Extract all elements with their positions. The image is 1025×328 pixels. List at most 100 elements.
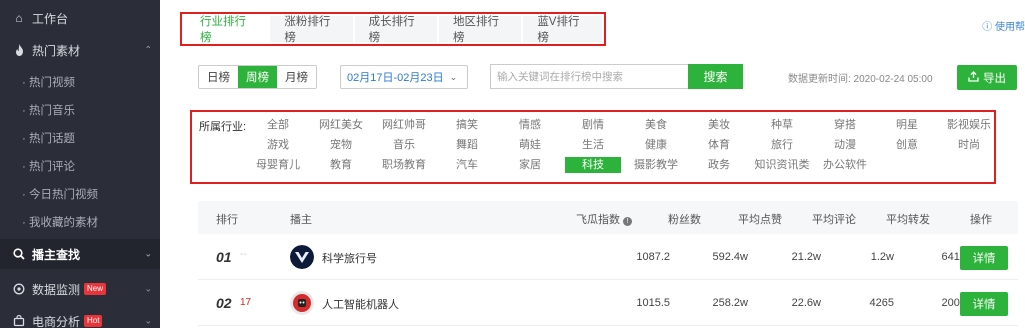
industry-option[interactable]: 搞笑 — [439, 117, 495, 133]
industry-option[interactable]: 明星 — [879, 117, 935, 133]
sidebar-subitem-label: · 热门音乐 — [22, 105, 76, 117]
industry-option[interactable]: 美妆 — [691, 117, 747, 133]
industry-option[interactable]: 情感 — [502, 117, 558, 133]
home-icon: ⌂ — [15, 11, 23, 25]
industry-option[interactable]: 旅行 — [754, 137, 810, 153]
chevron-down-icon: ⌄ — [144, 315, 152, 326]
cell-avg-comments: 4265 — [869, 297, 894, 309]
anchor-name[interactable]: 人工智能机器人 — [322, 296, 399, 312]
help-link[interactable]: ⓘ 使用帮 — [982, 18, 1025, 33]
sidebar-item-data-monitor[interactable]: 数据监测 New ⌄ — [0, 275, 160, 303]
industry-option[interactable]: 健康 — [628, 137, 684, 153]
table-header: 排行 播主 飞瓜指数 ! 粉丝数 平均点赞 平均评论 平均转发 操作 — [198, 201, 1018, 234]
industry-option[interactable]: 萌娃 — [502, 137, 558, 153]
period-month-button[interactable]: 月榜 — [277, 66, 316, 88]
industry-option[interactable]: 美食 — [628, 117, 684, 133]
avatar[interactable] — [290, 291, 314, 315]
industry-option[interactable]: 动漫 — [817, 137, 873, 153]
industry-option[interactable]: 游戏 — [250, 137, 306, 153]
search-icon — [12, 247, 26, 261]
industry-option[interactable]: 全部 — [250, 117, 306, 133]
tab-bluev-ranking[interactable]: 蓝V排行榜 — [523, 16, 603, 44]
date-range-select[interactable]: 02月17日-02月23日 ⌄ — [340, 65, 468, 89]
sidebar-subitem-label: · 今日热门视频 — [22, 189, 99, 201]
sidebar-subitem-hot-music[interactable]: · 热门音乐 — [0, 97, 160, 123]
industry-option[interactable]: 宠物 — [313, 137, 369, 153]
period-toggle: 日榜 周榜 月榜 — [198, 65, 317, 89]
search-input[interactable] — [490, 64, 688, 89]
detail-button[interactable]: 详情 — [960, 292, 1008, 316]
sidebar-subitem-my-favorites[interactable]: · 我收藏的素材 — [0, 209, 160, 235]
header-rank: 排行 — [216, 214, 238, 226]
industry-option[interactable]: 网红帅哥 — [376, 117, 432, 133]
chevron-up-icon: ⌃ — [144, 44, 152, 55]
sidebar-subitem-hot-comment[interactable]: · 热门评论 — [0, 153, 160, 179]
industry-option[interactable]: 时尚 — [941, 137, 997, 153]
export-button[interactable]: 导出 — [957, 65, 1017, 90]
period-day-button[interactable]: 日榜 — [199, 66, 238, 88]
sidebar-subitem-label: · 热门视频 — [22, 77, 76, 89]
sidebar-item-ecommerce[interactable]: 电商分析 Hot ⌄ — [0, 307, 160, 328]
header-index-label: 飞瓜指数 — [576, 214, 620, 226]
search-button[interactable]: 搜索 — [688, 64, 743, 89]
new-badge: New — [84, 283, 107, 295]
sidebar-item-hot-material[interactable]: 热门素材 ⌃ — [0, 36, 160, 64]
rank-change: 17 — [240, 297, 252, 308]
industry-option[interactable]: 母婴育儿 — [250, 157, 306, 173]
cart-icon — [12, 314, 26, 328]
industry-option[interactable]: 办公软件 — [817, 157, 873, 173]
industry-option[interactable]: 舞蹈 — [439, 137, 495, 153]
industry-option[interactable]: 剧情 — [565, 117, 621, 133]
header-anchor: 播主 — [290, 214, 312, 226]
sidebar: ⌂ 工作台 热门素材 ⌃ · 热门视频 · 热门音乐 · 热门话题 · 热门评论… — [0, 0, 160, 328]
cell-index: 1015.5 — [636, 297, 670, 309]
header-avg-comments: 平均评论 — [812, 214, 856, 226]
industry-option[interactable]: 摄影教学 — [628, 157, 684, 173]
tab-fans-growth-ranking[interactable]: 涨粉排行榜 — [270, 16, 353, 44]
header-index: 飞瓜指数 ! — [576, 211, 633, 227]
help-label: 使用帮 — [995, 22, 1025, 33]
tab-region-ranking[interactable]: 地区排行榜 — [438, 16, 522, 44]
industry-option[interactable]: 政务 — [691, 157, 747, 173]
tab-industry-ranking[interactable]: 行业排行榜 — [186, 16, 269, 44]
hot-badge: Hot — [84, 315, 103, 327]
export-label: 导出 — [983, 72, 1006, 85]
industry-option[interactable]: 生活 — [565, 137, 621, 153]
industry-option[interactable]: 穿搭 — [817, 117, 873, 133]
detail-button[interactable]: 详情 — [960, 246, 1008, 270]
avatar[interactable] — [290, 245, 314, 269]
sidebar-subitem-hot-video[interactable]: · 热门视频 — [0, 69, 160, 95]
ranking-tabs: 行业排行榜 涨粉排行榜 成长排行榜 地区排行榜 蓝V排行榜 — [180, 12, 606, 46]
industry-option[interactable]: 网红美女 — [313, 117, 369, 133]
sidebar-item-label: 播主查找 — [32, 247, 81, 262]
anchor-name[interactable]: 科学旅行号 — [322, 250, 377, 266]
tab-growth-ranking[interactable]: 成长排行榜 — [354, 16, 437, 44]
sidebar-subitem-hot-topic[interactable]: · 热门话题 — [0, 125, 160, 151]
sidebar-item-anchor-search[interactable]: 播主查找 ⌄ — [0, 239, 160, 269]
industry-option[interactable]: 职场教育 — [376, 157, 432, 173]
industry-option[interactable]: 音乐 — [376, 137, 432, 153]
industry-filter: 所属行业: 全部 网红美女 网红帅哥 搞笑 情感 剧情 美食 美妆 种草 穿搭 明星 影视娱乐 游戏 宠物… — [190, 110, 996, 184]
chevron-down-icon: ⌄ — [144, 283, 152, 294]
period-week-button[interactable]: 周榜 — [238, 66, 277, 88]
sidebar-subitem-label: · 热门话题 — [22, 133, 76, 145]
industry-option[interactable]: 创意 — [879, 137, 935, 153]
industry-option[interactable]: 影视娱乐 — [941, 117, 997, 133]
industry-option[interactable]: 体育 — [691, 137, 747, 153]
cell-avg-comments: 1.2w — [870, 251, 894, 263]
sidebar-subitem-today-hot-video[interactable]: · 今日热门视频 — [0, 181, 160, 207]
table-row: 01 -- 科学旅行号 1087.2 592.4w 21.2w 1.2w 641… — [198, 235, 1018, 280]
info-icon[interactable]: ! — [623, 217, 633, 226]
export-icon — [968, 70, 979, 85]
sidebar-item-label: 热门素材 — [32, 43, 81, 58]
cell-fans: 258.2w — [712, 297, 748, 309]
industry-option[interactable]: 种草 — [754, 117, 810, 133]
industry-option[interactable]: 家居 — [502, 157, 558, 173]
industry-option[interactable]: 教育 — [313, 157, 369, 173]
sidebar-item-label: 电商分析 — [32, 314, 81, 328]
industry-option[interactable]: 汽车 — [439, 157, 495, 173]
sidebar-item-workbench[interactable]: ⌂ 工作台 — [0, 4, 160, 32]
table-row: 02 17 人工智能机器人 1015.5 258.2w 22.6w 4265 2… — [198, 281, 1018, 326]
industry-option[interactable]: 知识资讯类 — [754, 157, 810, 173]
industry-option[interactable]: 科技 — [565, 157, 621, 173]
